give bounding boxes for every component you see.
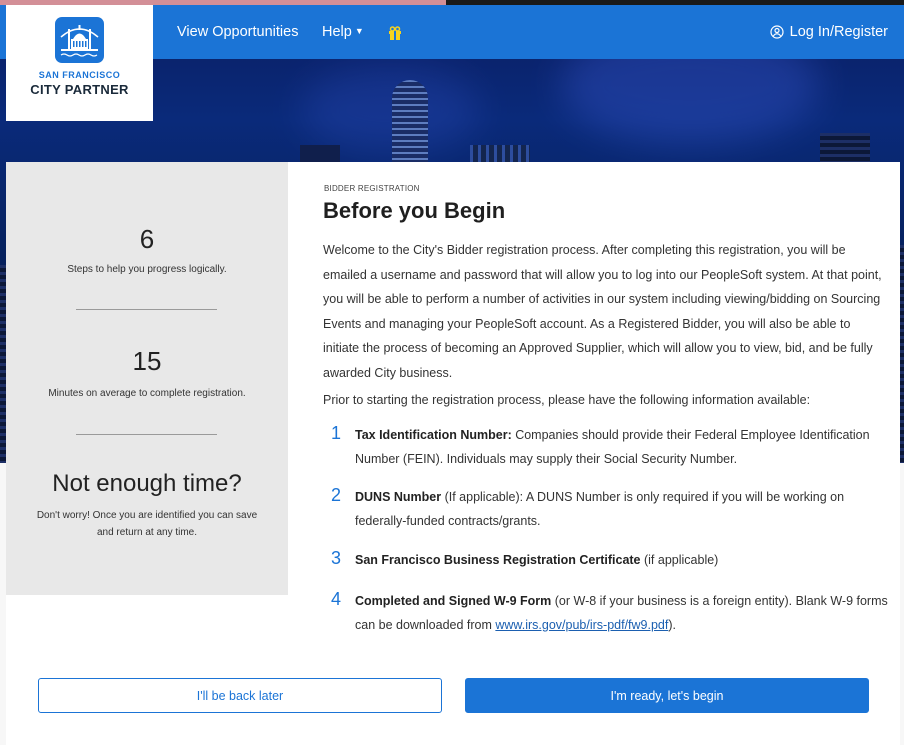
gift-icon[interactable]: [388, 25, 402, 40]
login-register-label: Log In/Register: [789, 24, 888, 40]
requirement-number: 3: [331, 548, 342, 568]
not-enough-time-text: Don't worry! Once you are identified you…: [36, 510, 258, 538]
requirement-number: 1: [331, 423, 342, 443]
city-hall-logo-icon: [55, 17, 104, 63]
logo-text-line1: SAN FRANCISCO: [38, 70, 121, 80]
requirement-number: 4: [331, 589, 342, 609]
requirement-title: Tax Identification Number:: [355, 428, 512, 442]
requirement-title: DUNS Number: [355, 490, 442, 504]
nav-help-dropdown[interactable]: Help ▼: [322, 24, 364, 40]
intro-paragraph: Welcome to the City's Bidder registratio…: [323, 243, 882, 380]
steps-count: 6: [139, 224, 155, 254]
left-footer-space: [6, 595, 288, 745]
not-enough-time-heading: Not enough time?: [52, 470, 242, 497]
requirement-title: San Francisco Business Registration Cert…: [355, 553, 641, 567]
section-eyebrow: BIDDER REGISTRATION: [324, 184, 420, 193]
page-title: Before you Begin: [323, 198, 506, 223]
chevron-down-icon: ▼: [354, 26, 364, 36]
login-register-link[interactable]: Log In/Register: [770, 24, 888, 40]
begin-registration-button[interactable]: I'm ready, let's begin: [465, 678, 869, 713]
nav-view-opportunities[interactable]: View Opportunities: [177, 24, 298, 40]
divider: [76, 434, 217, 435]
steps-caption: Steps to help you progress logically.: [67, 264, 227, 275]
divider: [76, 309, 217, 310]
registration-intro-card: BIDDER REGISTRATION Before you Begin Wel…: [288, 162, 900, 745]
nav-help-label: Help: [322, 24, 352, 40]
user-circle-icon: [770, 25, 784, 39]
requirement-number: 2: [331, 485, 342, 505]
minutes-count: 15: [132, 346, 162, 376]
requirement-title: Completed and Signed W-9 Form: [355, 594, 552, 608]
prior-text: Prior to starting the registration proce…: [323, 393, 811, 407]
minutes-caption: Minutes on average to complete registrat…: [48, 388, 246, 399]
irs-w9-link[interactable]: www.irs.gov/pub/irs-pdf/fw9.pdf: [495, 618, 668, 632]
requirement-text: (if applicable): [640, 553, 719, 567]
requirement-text-tail: ).: [668, 618, 677, 632]
back-later-button[interactable]: I'll be back later: [38, 678, 442, 713]
logo-text-line2: CITY PARTNER: [30, 82, 129, 97]
stats-sidebar: 6 Steps to help you progress logically. …: [6, 162, 288, 595]
city-partner-logo[interactable]: SAN FRANCISCO CITY PARTNER: [6, 5, 153, 121]
